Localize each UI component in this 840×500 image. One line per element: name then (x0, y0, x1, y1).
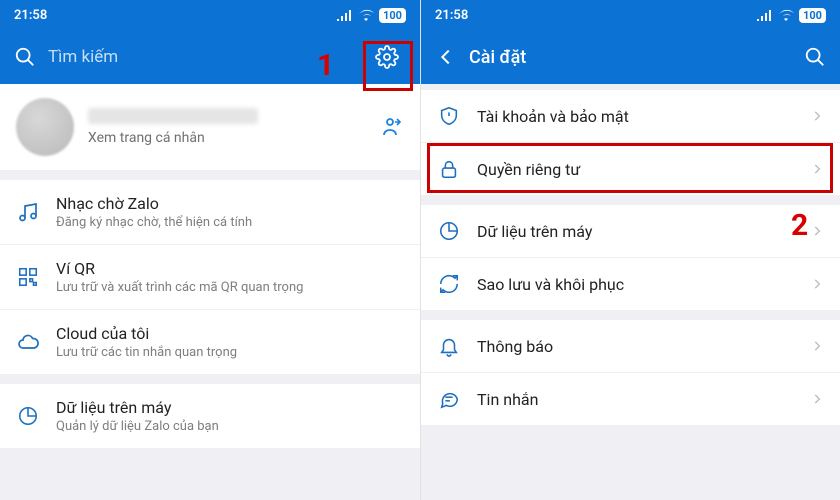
status-right: 100 (337, 8, 406, 23)
item-qr-wallet[interactable]: Ví QR Lưu trữ và xuất trình các mã QR qu… (0, 245, 420, 310)
item-sub: Lưu trữ và xuất trình các mã QR quan trọ… (56, 280, 404, 295)
item-title: Tin nhắn (477, 390, 794, 409)
pie-icon (437, 219, 461, 243)
settings-group-2: Dữ liệu trên máy Sao lưu và khôi phục (421, 205, 840, 310)
qr-icon (16, 265, 40, 289)
chevron-right-icon (810, 392, 824, 406)
pie-icon (16, 404, 40, 428)
item-ringtone[interactable]: Nhạc chờ Zalo Đăng ký nhạc chờ, thể hiện… (0, 180, 420, 245)
message-icon (437, 387, 461, 411)
status-time: 21:58 (435, 8, 468, 23)
item-title: Cloud của tôi (56, 324, 404, 343)
lock-icon (437, 157, 461, 181)
wifi-icon (358, 9, 374, 21)
item-sub: Đăng ký nhạc chờ, thể hiện cá tính (56, 215, 404, 230)
profile-subtitle: Xem trang cá nhân (88, 130, 366, 146)
profile-name-blurred (88, 108, 258, 124)
search-input[interactable]: Tìm kiếm (48, 47, 356, 67)
header: Cài đặt (421, 30, 840, 84)
header: Tìm kiếm (0, 30, 420, 84)
battery-badge: 100 (379, 8, 406, 23)
shield-icon (437, 104, 461, 128)
sync-icon (437, 272, 461, 296)
item-data-on-device[interactable]: Dữ liệu trên máy Quản lý dữ liệu Zalo củ… (0, 384, 420, 448)
switch-account-icon[interactable] (380, 115, 404, 139)
item-notifications[interactable]: Thông báo (421, 320, 840, 373)
search-icon[interactable] (14, 46, 36, 68)
back-button[interactable] (435, 46, 457, 68)
search-icon[interactable] (804, 46, 826, 68)
signal-icon (337, 10, 353, 21)
item-title: Sao lưu và khôi phục (477, 275, 794, 294)
item-sub: Lưu trữ các tin nhắn quan trọng (56, 345, 404, 360)
content: Tài khoản và bảo mật Quyền riêng tư Dữ l… (421, 84, 840, 500)
wifi-icon (778, 9, 794, 21)
chevron-right-icon (810, 162, 824, 176)
chevron-right-icon (810, 109, 824, 123)
status-right: 100 (757, 8, 826, 23)
item-data-on-device[interactable]: Dữ liệu trên máy (421, 205, 840, 258)
status-time: 21:58 (14, 8, 47, 23)
item-sub: Quản lý dữ liệu Zalo của bạn (56, 419, 404, 434)
item-account-security[interactable]: Tài khoản và bảo mật (421, 90, 840, 143)
chevron-right-icon (810, 277, 824, 291)
chevron-right-icon (810, 339, 824, 353)
signal-icon (757, 10, 773, 21)
item-backup-restore[interactable]: Sao lưu và khôi phục (421, 258, 840, 310)
profile-text: Xem trang cá nhân (88, 108, 366, 146)
settings-group-1: Tài khoản và bảo mật Quyền riêng tư (421, 90, 840, 195)
item-title: Ví QR (56, 259, 404, 278)
item-privacy[interactable]: Quyền riêng tư (421, 143, 840, 195)
bell-icon (437, 334, 461, 358)
battery-badge: 100 (799, 8, 826, 23)
screen-profile: 21:58 100 Tìm kiếm Xem trang cá nhân (0, 0, 420, 500)
chevron-right-icon (810, 224, 824, 238)
avatar (16, 98, 74, 156)
item-title: Nhạc chờ Zalo (56, 194, 404, 213)
list-section-1: Nhạc chờ Zalo Đăng ký nhạc chờ, thể hiện… (0, 180, 420, 374)
settings-button[interactable] (368, 38, 406, 76)
item-title: Thông báo (477, 337, 794, 356)
music-icon (16, 200, 40, 224)
item-messages[interactable]: Tin nhắn (421, 373, 840, 425)
item-my-cloud[interactable]: Cloud của tôi Lưu trữ các tin nhắn quan … (0, 310, 420, 374)
profile-row[interactable]: Xem trang cá nhân (0, 84, 420, 170)
settings-group-3: Thông báo Tin nhắn (421, 320, 840, 425)
status-bar: 21:58 100 (0, 0, 420, 30)
screen-settings: 21:58 100 Cài đặt Tài khoản v (420, 0, 840, 500)
status-bar: 21:58 100 (421, 0, 840, 30)
item-title: Dữ liệu trên máy (56, 398, 404, 417)
content: Xem trang cá nhân Nhạc chờ Zalo Đăng ký … (0, 84, 420, 500)
item-title: Quyền riêng tư (477, 160, 794, 179)
list-section-2: Dữ liệu trên máy Quản lý dữ liệu Zalo củ… (0, 384, 420, 448)
item-title: Tài khoản và bảo mật (477, 107, 794, 126)
cloud-icon (16, 330, 40, 354)
item-title: Dữ liệu trên máy (477, 222, 794, 241)
page-title: Cài đặt (469, 47, 792, 68)
